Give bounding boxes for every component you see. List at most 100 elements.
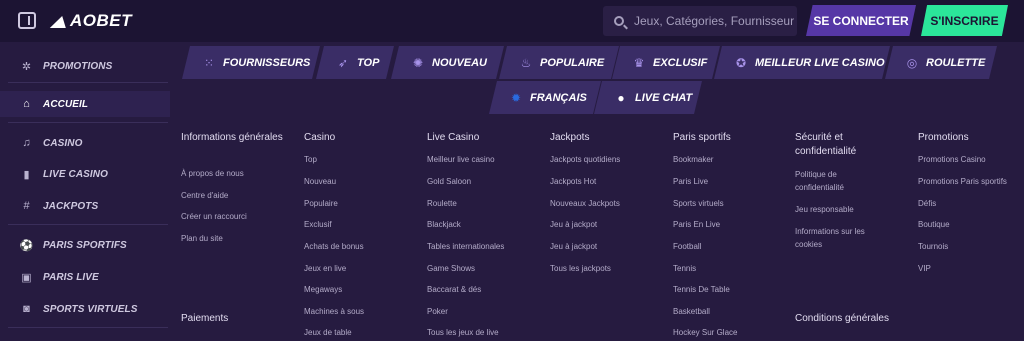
footer-link[interactable]: Jeux de table	[304, 327, 352, 338]
footer-link[interactable]: Tennis	[673, 263, 696, 274]
payments-title: Paiements	[181, 313, 229, 324]
footer-link[interactable]: Défis	[918, 198, 936, 209]
sidebar-item-paris-live[interactable]: ▣ PARIS LIVE	[0, 264, 170, 290]
footer-link[interactable]: Sports virtuels	[673, 198, 724, 209]
column-title: Promotions	[918, 132, 969, 143]
footer-link[interactable]: Politique de confidentialité	[795, 168, 875, 194]
footer-link[interactable]: Achats de bonus	[304, 241, 364, 252]
logo-text: AOBET	[70, 11, 132, 30]
footer-column-info: Informations générales À propos de nous …	[181, 131, 291, 324]
sidebar-item-label: LIVE CASINO	[43, 168, 108, 180]
footer-link[interactable]: Tous les jeux de live	[427, 327, 499, 338]
footer-link[interactable]: Paris En Live	[673, 219, 720, 230]
tab-live-chat[interactable]: ● LIVE CHAT	[594, 81, 702, 114]
tab-meilleur-live-casino[interactable]: ✪ MEILLEUR LIVE CASINO	[714, 46, 890, 79]
sidebar-item-sports-virtuels[interactable]: ◙ SPORTS VIRTUELS	[0, 296, 170, 322]
footer-link[interactable]: Bookmaker	[673, 154, 713, 165]
tab-label: FOURNISSEURS	[223, 56, 311, 69]
rocket-icon: ➶	[337, 55, 349, 70]
tab-roulette[interactable]: ◎ ROULETTE	[885, 46, 997, 79]
footer-link[interactable]: Plan du site	[181, 233, 223, 244]
footer-link[interactable]: Jeu à jackpot	[550, 219, 597, 230]
sidebar-item-jackpots[interactable]: # JACKPOTS	[0, 193, 170, 219]
footer-link[interactable]: Tables internationales	[427, 241, 504, 252]
roulette-icon: ◎	[906, 55, 918, 70]
footer-link[interactable]: Football	[673, 241, 701, 252]
footer-link[interactable]: Jeu à jackpot	[550, 241, 597, 252]
tab-populaire[interactable]: ♨ POPULAIRE	[499, 46, 619, 79]
footer-link[interactable]: VIP	[918, 263, 931, 274]
sidebar-item-casino[interactable]: ♫ CASINO	[0, 130, 170, 156]
footer-link[interactable]: Poker	[427, 306, 448, 317]
footer-link[interactable]: Top	[304, 154, 317, 165]
tab-label: EXCLUSIF	[653, 56, 708, 69]
logo[interactable]: AOBET	[52, 11, 132, 31]
footer-link[interactable]: Meilleur live casino	[427, 154, 495, 165]
tab-label: MEILLEUR LIVE CASINO	[755, 56, 885, 69]
footer-link[interactable]: Jackpots Hot	[550, 176, 596, 187]
search-input[interactable]	[634, 14, 794, 28]
terms-title: Conditions générales	[795, 313, 889, 324]
footer-link[interactable]: Hockey Sur Glace	[673, 327, 737, 338]
music-note-icon: ♫	[22, 137, 31, 149]
sidebar-divider	[8, 327, 168, 328]
footer-link[interactable]: Basketball	[673, 306, 710, 317]
tab-exclusif[interactable]: ♛ EXCLUSIF	[612, 46, 720, 79]
virtual-sports-icon: ◙	[23, 303, 30, 315]
home-icon: ⌂	[23, 98, 30, 110]
footer-link[interactable]: Tous les jackpots	[550, 263, 611, 274]
footer-column-securite: Sécurité et confidentialité Politique de…	[795, 131, 900, 324]
footer-link[interactable]: Centre d'aide	[181, 190, 228, 201]
sidebar-toggle-icon[interactable]	[18, 12, 36, 29]
footer-link[interactable]: Créer un raccourci	[181, 211, 247, 222]
login-button[interactable]: SE CONNECTER	[806, 5, 916, 36]
sports-icon: ⚽	[19, 239, 34, 252]
tab-francais[interactable]: ✹ FRANÇAIS	[489, 81, 601, 114]
footer-link[interactable]: Exclusif	[304, 219, 332, 230]
tab-fournisseurs[interactable]: ⁙ FOURNISSEURS	[182, 46, 320, 79]
footer-link[interactable]: Nouveau	[304, 176, 336, 187]
footer-link[interactable]: À propos de nous	[181, 168, 244, 179]
footer-link[interactable]: Tennis De Table	[673, 284, 730, 295]
register-button[interactable]: S'INSCRIRE	[921, 5, 1008, 36]
footer-link[interactable]: Nouveaux Jackpots	[550, 198, 620, 209]
footer-link[interactable]: Promotions Paris sportifs	[918, 176, 1007, 187]
sidebar-item-promotions[interactable]: ✲ PROMOTIONS	[0, 53, 170, 79]
tab-top[interactable]: ➶ TOP	[316, 46, 394, 79]
footer-link[interactable]: Paris Live	[673, 176, 708, 187]
search-box[interactable]	[603, 6, 797, 36]
search-icon	[614, 16, 624, 26]
footer-link[interactable]: Tournois	[918, 241, 948, 252]
sidebar-item-live-casino[interactable]: ▮ LIVE CASINO	[0, 161, 170, 187]
footer-link[interactable]: Blackjack	[427, 219, 461, 230]
footer-link[interactable]: Machines à sous	[304, 306, 364, 317]
footer-link[interactable]: Roulette	[427, 198, 457, 209]
sidebar-item-paris-sportifs[interactable]: ⚽ PARIS SPORTIFS	[0, 232, 170, 258]
crown-icon: ♛	[633, 55, 645, 70]
cards-icon: ▮	[23, 168, 30, 181]
footer-link[interactable]: Jeux en live	[304, 263, 346, 274]
footer-column-paris-sportifs: Paris sportifs Bookmaker Paris Live Spor…	[673, 131, 793, 337]
tab-label: ROULETTE	[926, 56, 986, 69]
column-title: Informations générales	[181, 132, 283, 143]
footer-link[interactable]: Boutique	[918, 219, 950, 230]
footer-link[interactable]: Megaways	[304, 284, 342, 295]
footer-link[interactable]: Game Shows	[427, 263, 475, 274]
sidebar-item-label: SPORTS VIRTUELS	[43, 303, 138, 315]
sidebar-item-label: ACCUEIL	[43, 98, 89, 110]
sidebar-item-label: CASINO	[43, 137, 83, 149]
footer-link[interactable]: Gold Saloon	[427, 176, 471, 187]
column-title: Sécurité et confidentialité	[795, 132, 857, 157]
eu-flag-icon: ✹	[510, 90, 522, 105]
footer-link[interactable]: Jeu responsable	[795, 204, 854, 215]
footer-link[interactable]: Populaire	[304, 198, 338, 209]
tab-nouveau[interactable]: ✺ NOUVEAU	[391, 46, 504, 79]
top-header: AOBET SE CONNECTER S'INSCRIRE	[0, 0, 1024, 42]
sidebar-item-accueil[interactable]: ⌂ ACCUEIL	[0, 91, 170, 117]
footer-column-promotions: Promotions Promotions Casino Promotions …	[918, 131, 1018, 273]
footer-link[interactable]: Promotions Casino	[918, 154, 986, 165]
footer-link[interactable]: Jackpots quotidiens	[550, 154, 620, 165]
footer-link[interactable]: Baccarat & dés	[427, 284, 481, 295]
tab-label: TOP	[357, 56, 380, 69]
footer-link[interactable]: Informations sur les cookies	[795, 225, 880, 251]
